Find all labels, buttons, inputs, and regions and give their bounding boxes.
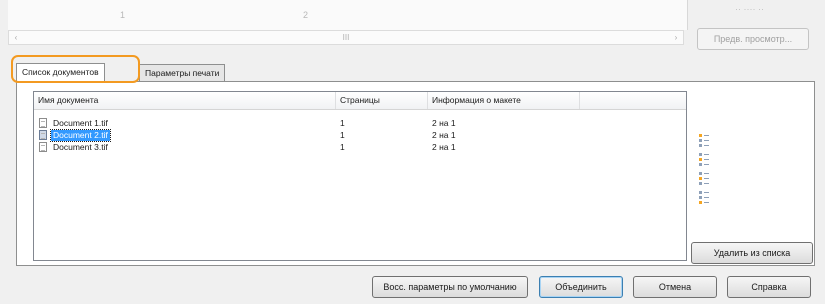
horizontal-scrollbar[interactable]: ‹ III › (8, 30, 684, 45)
column-header-pages[interactable]: Страницы (336, 92, 428, 109)
document-pages: 1 (340, 142, 345, 152)
tab-document-list[interactable]: Список документов (16, 63, 105, 82)
preview-button[interactable]: Предв. просмотр... (697, 28, 809, 50)
list-item-selected[interactable]: Document 2.tif 1 2 на 1 (34, 129, 686, 142)
scroll-thumb[interactable]: III (343, 33, 350, 42)
move-bottom-icon[interactable] (698, 191, 710, 207)
merge-button[interactable]: Объединить (539, 276, 623, 298)
help-button[interactable]: Справка (727, 276, 811, 298)
list-item[interactable]: Document 3.tif 1 2 на 1 (34, 142, 686, 153)
move-top-icon[interactable] (698, 134, 710, 150)
cancel-button[interactable]: Отмена (633, 276, 717, 298)
list-header: Имя документа Страницы Информация о маке… (34, 92, 686, 110)
scroll-left-icon[interactable]: ‹ (9, 31, 23, 44)
move-down-icon[interactable] (698, 172, 710, 188)
document-pages: 1 (340, 130, 345, 140)
cut-off-label: ·· ···· ·· (735, 4, 764, 14)
document-name: Document 3.tif (53, 142, 108, 152)
column-header-layout[interactable]: Информация о макете (428, 92, 580, 109)
reset-defaults-button[interactable]: Восс. параметры по умолчанию (372, 276, 528, 298)
document-pages: 1 (340, 118, 345, 128)
move-up-icon[interactable] (698, 153, 710, 169)
scroll-right-icon[interactable]: › (669, 31, 683, 44)
preview-area: 1 2 ·· ···· ·· ‹ III › Предв. просмотр..… (0, 0, 825, 60)
preview-panel: 1 2 (8, 0, 688, 30)
document-name: Document 1.tif (53, 118, 108, 128)
list-item[interactable]: Document 1.tif 1 2 на 1 (34, 118, 686, 129)
document-layout: 2 на 1 (432, 142, 456, 152)
document-layout: 2 на 1 (432, 130, 456, 140)
tab-panel-document-list: Имя документа Страницы Информация о маке… (16, 81, 815, 266)
document-icon (39, 118, 47, 128)
tab-print-settings[interactable]: Параметры печати (139, 64, 226, 82)
preview-marker: 2 (303, 10, 309, 20)
column-header-name[interactable]: Имя документа (34, 92, 336, 109)
document-layout: 2 на 1 (432, 118, 456, 128)
document-icon (39, 142, 47, 152)
document-list[interactable]: Имя документа Страницы Информация о маке… (33, 91, 687, 261)
preview-marker: 1 (120, 10, 126, 20)
document-name: Document 2.tif (50, 129, 111, 142)
remove-from-list-button[interactable]: Удалить из списка (691, 242, 813, 264)
document-icon (39, 130, 47, 140)
print-dialog: 1 2 ·· ···· ·· ‹ III › Предв. просмотр..… (0, 0, 825, 304)
